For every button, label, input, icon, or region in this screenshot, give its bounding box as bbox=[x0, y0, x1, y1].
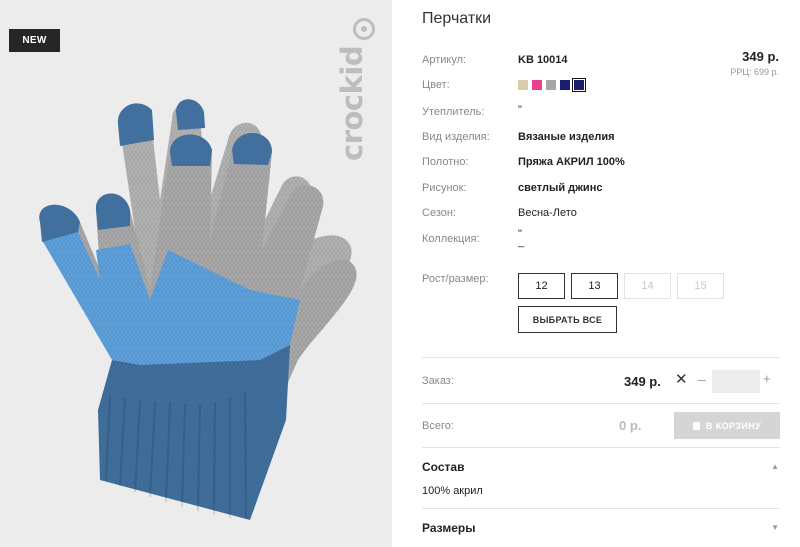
prop-value-article: KB 10014 bbox=[518, 54, 568, 66]
color-swatches bbox=[518, 78, 586, 92]
product-info-panel: Перчатки 349 р. РРЦ: 699 р. Артикул: KB … bbox=[422, 0, 782, 547]
prop-value-pattern: светлый джинс bbox=[518, 182, 603, 194]
divider bbox=[422, 508, 780, 509]
prop-value-collection: " _ bbox=[518, 228, 525, 248]
size-option-13[interactable]: 13 bbox=[571, 273, 618, 299]
size-option-12[interactable]: 12 bbox=[518, 273, 565, 299]
color-swatch[interactable] bbox=[560, 80, 570, 90]
prop-label-color: Цвет: bbox=[422, 79, 450, 91]
recommended-retail-price: РРЦ: 699 р. bbox=[730, 67, 779, 77]
product-price: 349 р. bbox=[742, 49, 779, 64]
prop-label-type: Вид изделия: bbox=[422, 131, 490, 143]
brand-mark-icon bbox=[353, 18, 375, 40]
color-swatch[interactable] bbox=[546, 80, 556, 90]
cart-bag-icon bbox=[692, 421, 700, 430]
select-all-button[interactable]: ВЫБРАТЬ ВСЕ bbox=[518, 306, 617, 333]
prop-value-type: Вязаные изделия bbox=[518, 131, 615, 143]
prop-label-article: Артикул: bbox=[422, 54, 467, 66]
chevron-down-icon[interactable]: ▼ bbox=[771, 523, 779, 532]
total-value: 0 р. bbox=[619, 418, 642, 433]
total-label: Всего: bbox=[422, 420, 454, 432]
decrease-quantity-button[interactable]: – bbox=[698, 371, 706, 387]
add-to-cart-button[interactable]: В КОРЗИНУ bbox=[674, 412, 780, 439]
divider bbox=[422, 403, 780, 404]
prop-value-season: Весна-Лето bbox=[518, 207, 577, 219]
prop-value-insulation: " bbox=[518, 104, 522, 116]
size-option-15[interactable]: 15 bbox=[677, 273, 724, 299]
divider bbox=[422, 357, 780, 358]
prop-value-fabric: Пряжа АКРИЛ 100% bbox=[518, 156, 625, 168]
prop-label-pattern: Рисунок: bbox=[422, 182, 467, 194]
times-icon: ✕ bbox=[675, 371, 688, 388]
color-swatch[interactable] bbox=[518, 80, 528, 90]
chevron-up-icon[interactable]: ▲ bbox=[771, 462, 779, 471]
prop-label-fabric: Полотно: bbox=[422, 156, 469, 168]
quantity-input[interactable] bbox=[712, 370, 760, 393]
color-swatch-selected[interactable] bbox=[572, 78, 586, 92]
add-to-cart-label: В КОРЗИНУ bbox=[705, 420, 762, 431]
size-option-14[interactable]: 14 bbox=[624, 273, 671, 299]
prop-label-insulation: Утеплитель: bbox=[422, 106, 485, 118]
size-label: Рост/размер: bbox=[422, 273, 489, 285]
divider bbox=[422, 447, 780, 448]
sizes-section-toggle[interactable]: Размеры bbox=[422, 521, 475, 535]
order-price: 349 р. bbox=[624, 374, 661, 389]
prop-label-season: Сезон: bbox=[422, 207, 456, 219]
product-title: Перчатки bbox=[422, 10, 492, 27]
color-swatch[interactable] bbox=[532, 80, 542, 90]
glove-image bbox=[39, 99, 357, 520]
prop-label-collection: Коллекция: bbox=[422, 233, 480, 245]
size-options: 12 13 14 15 bbox=[518, 273, 724, 299]
new-badge: NEW bbox=[9, 29, 60, 52]
product-photo[interactable]: NEW crockid bbox=[0, 0, 392, 547]
increase-quantity-button[interactable]: + bbox=[763, 371, 771, 386]
composition-section-toggle[interactable]: Состав bbox=[422, 460, 464, 474]
composition-text: 100% акрил bbox=[422, 485, 483, 497]
brand-logo: crockid bbox=[335, 45, 369, 161]
order-label: Заказ: bbox=[422, 375, 454, 387]
